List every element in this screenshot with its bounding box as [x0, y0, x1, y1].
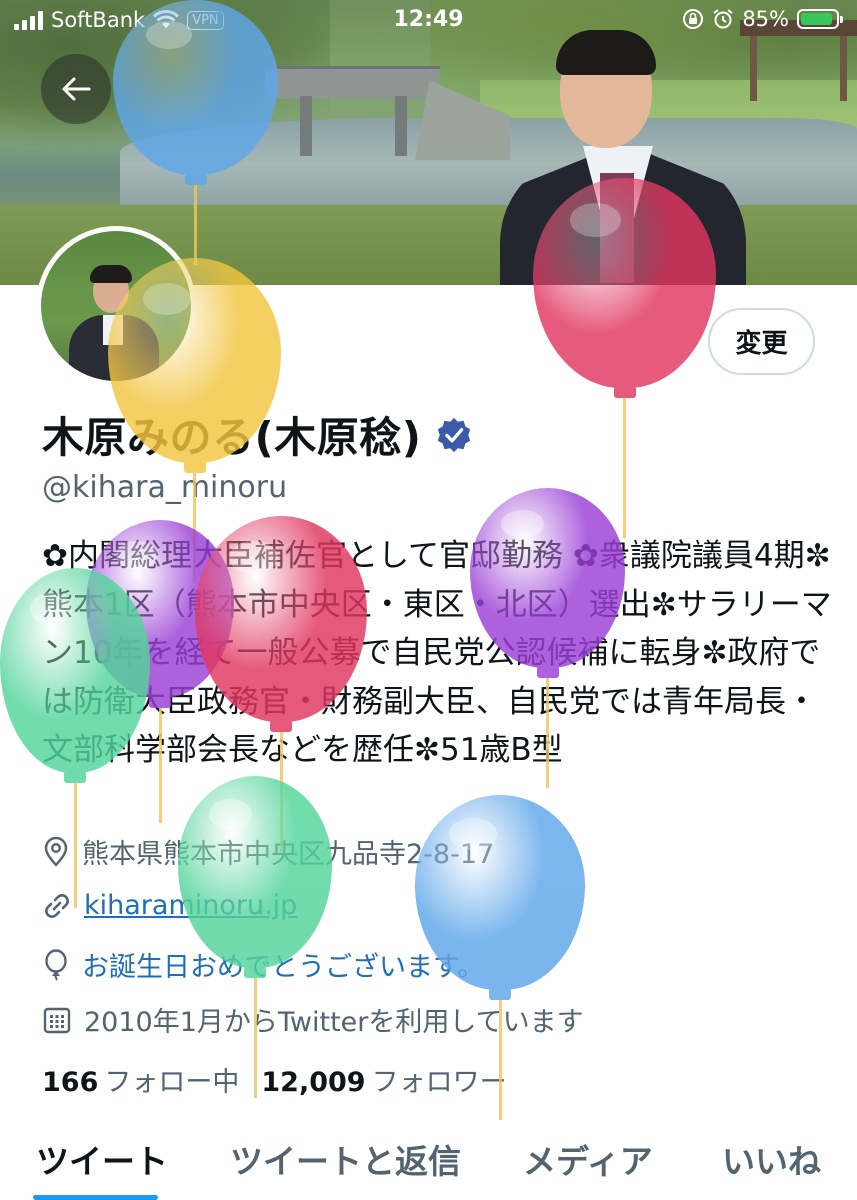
banner-person [498, 28, 746, 285]
battery-icon [797, 9, 843, 29]
rotation-lock-icon [683, 9, 704, 29]
display-name: 木原みのる(木原稔) [42, 413, 422, 462]
banner-bridge-leg [395, 96, 407, 156]
balloon-icon [178, 776, 332, 1100]
user-handle: @kihara_minoru [42, 470, 288, 505]
tab-media[interactable]: メディア [523, 1135, 653, 1183]
banner-bridge-leg [300, 96, 312, 156]
status-bar: SoftBank VPN 12:49 85% [0, 0, 857, 44]
banner-shelter-post [750, 36, 757, 101]
tab-tweets[interactable]: ツイート [36, 1135, 168, 1183]
followers-link[interactable]: 12,009 フォロワー [261, 1060, 506, 1099]
birthday-text: お誕生日おめでとうございます。 [82, 952, 485, 983]
website-link[interactable]: kiharaminoru.jp [84, 890, 297, 921]
followers-label: フォロワー [371, 1067, 507, 1098]
tab-tweets-and-replies[interactable]: ツイートと返信 [230, 1135, 461, 1183]
balloon-icon [45, 948, 67, 981]
following-count: 166 [42, 1067, 99, 1098]
following-label: フォロー中 [104, 1067, 240, 1098]
verified-badge-icon [438, 417, 471, 452]
arrow-left-icon [62, 77, 91, 101]
website-row: kiharaminoru.jp [42, 890, 297, 921]
profile-avatar[interactable] [36, 226, 196, 386]
followers-count: 12,009 [261, 1067, 366, 1098]
joined-text: 2010年1月からTwitterを利用しています [84, 1007, 584, 1038]
profile-tabs: ツイート ツイートと返信 メディア いいね [0, 1125, 857, 1200]
back-button[interactable] [41, 54, 111, 124]
location-text: 熊本県熊本市中央区九品寺2-8-17 [82, 839, 495, 870]
following-link[interactable]: 166 フォロー中 [42, 1060, 239, 1099]
location-row: 熊本県熊本市中央区九品寺2-8-17 [42, 832, 494, 871]
profile-bio: ✿内閣総理大臣補佐官として官邸勤務 ✿衆議院議員4期✼ 熊本1区（熊本市中央区・… [42, 538, 832, 768]
joined-row: 2010年1月からTwitterを利用しています [42, 1000, 584, 1039]
alarm-icon [713, 9, 733, 29]
location-pin-icon [44, 836, 68, 867]
birthday-row: お誕生日おめでとうございます。 [42, 945, 484, 984]
tab-likes[interactable]: いいね [722, 1135, 821, 1183]
link-icon [45, 893, 69, 918]
active-tab-indicator [33, 1195, 158, 1200]
battery-percent: 85% [742, 7, 789, 31]
name-row: 木原みのる(木原稔) [42, 404, 473, 465]
calendar-icon [43, 1007, 71, 1033]
banner-shelter-post [840, 36, 847, 101]
follow-stats: 166 フォロー中 12,009 フォロワー [42, 1060, 507, 1099]
edit-profile-button[interactable]: 変更 [708, 308, 815, 375]
banner-bridge [265, 66, 440, 99]
